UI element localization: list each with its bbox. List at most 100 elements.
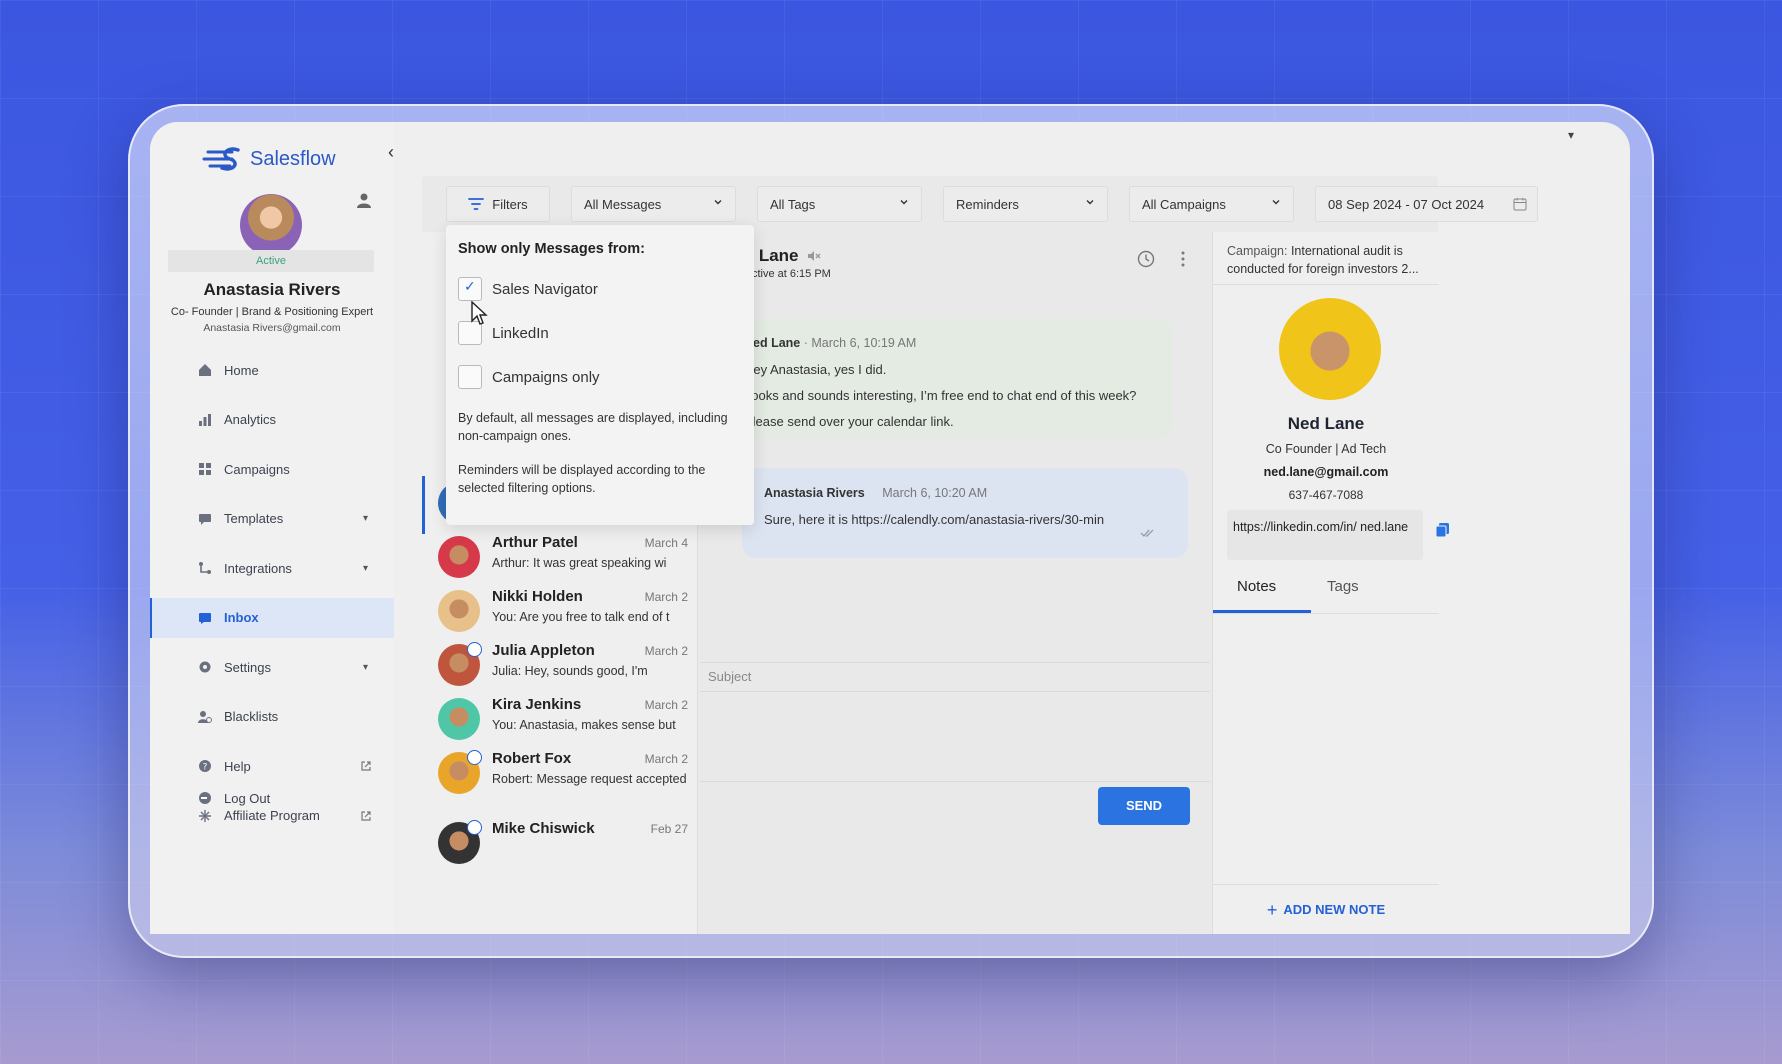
sales-navigator-checkbox[interactable]: [458, 277, 482, 301]
incoming-message: Ned Lane · March 6, 10:19 AM Hey Anastas…: [724, 318, 1172, 438]
subject-input[interactable]: Subject: [700, 662, 1210, 692]
reminders-dropdown[interactable]: Reminders: [943, 186, 1108, 222]
campaigns-dropdown[interactable]: All Campaigns: [1129, 186, 1294, 222]
sidebar-item-label: Campaigns: [224, 461, 290, 477]
sidebar-item-inbox[interactable]: Inbox: [150, 597, 394, 638]
copy-icon[interactable]: [1435, 522, 1451, 538]
chevron-down-icon: [900, 200, 908, 205]
contact-panel: Campaign: International audit is conduct…: [1212, 232, 1449, 934]
filter-option-linkedin[interactable]: LinkedIn: [458, 321, 742, 345]
filters-button[interactable]: Filters: [446, 186, 550, 222]
message-line: Please send over your calendar link.: [744, 414, 954, 429]
blacklists-icon: [198, 710, 212, 723]
tags-dropdown-value: All Tags: [770, 196, 816, 212]
tags-dropdown[interactable]: All Tags: [757, 186, 922, 222]
sidebar-item-templates[interactable]: Templates ▾: [150, 499, 394, 539]
list-item[interactable]: Kira Jenkins March 2 You: Anastasia, makes…: [438, 696, 696, 756]
add-new-note-button[interactable]: + ADD NEW NOTE: [1213, 900, 1439, 921]
logout-icon: [199, 792, 211, 804]
chevron-down-icon: ▾: [362, 513, 368, 524]
contact-linkedin-url[interactable]: https://linkedin.com/in/ ned.lane: [1227, 510, 1423, 560]
campaign-key: Campaign:: [1227, 244, 1288, 258]
settings-icon: [199, 661, 211, 673]
sales-navigator-badge-icon: [467, 750, 482, 765]
conversation-date: March 2: [644, 698, 688, 712]
filter-option-campaigns-only[interactable]: Campaigns only: [458, 365, 742, 389]
sidebar-item-blacklists[interactable]: Blacklists: [150, 697, 394, 737]
reminder-clock-icon[interactable]: [1137, 250, 1155, 268]
add-note-label: ADD NEW NOTE: [1283, 902, 1386, 917]
campaign-info: Campaign: International audit is conduct…: [1227, 242, 1427, 278]
user-switch-icon[interactable]: [356, 192, 374, 210]
contact-phone: 637-467-7088: [1288, 488, 1364, 502]
tab-tags[interactable]: Tags: [1327, 578, 1359, 595]
sidebar-item-home[interactable]: Home: [150, 350, 394, 390]
collapse-sidebar-icon[interactable]: ‹: [388, 142, 394, 163]
conversation-body: Arthur Patel March 4 Arthur: It was great …: [492, 534, 696, 594]
sales-navigator-badge-icon: [467, 820, 482, 835]
avatar[interactable]: [240, 194, 302, 256]
avatar: [438, 536, 480, 578]
send-button[interactable]: SEND: [1098, 787, 1190, 825]
integrations-icon: [199, 562, 211, 574]
conversation-body: Robert Fox March 2 Robert: Message request…: [492, 750, 696, 810]
message-meta: Ned Lane · March 6, 10:19 AM: [744, 336, 1152, 350]
external-link-icon[interactable]: [360, 760, 372, 772]
sidebar-item-label: Blacklists: [224, 709, 279, 724]
mute-icon[interactable]: [807, 250, 821, 262]
messages-dropdown[interactable]: All Messages: [571, 186, 736, 222]
filter-note-reminders: Reminders will be displayed according to…: [458, 463, 706, 495]
list-item[interactable]: Arthur Patel March 4 Arthur: It was great …: [438, 534, 696, 594]
filter-option-label: Campaigns only: [492, 368, 600, 386]
sidebar-item-campaigns[interactable]: Campaigns: [150, 449, 394, 489]
conversation-date: Feb 27: [650, 822, 688, 836]
sidebar-item-analytics[interactable]: Analytics: [150, 400, 394, 440]
chevron-down-icon: [1272, 200, 1280, 205]
conversation-body: Kira Jenkins March 2 You: Anastasia, makes…: [492, 696, 696, 756]
campaigns-only-checkbox[interactable]: [458, 365, 482, 389]
more-options-icon[interactable]: [1180, 250, 1186, 268]
filter-option-sales-navigator[interactable]: Sales Navigator: [458, 277, 742, 301]
sidebar-item-label: Settings: [224, 659, 271, 675]
logo[interactable]: Salesflow: [202, 144, 336, 174]
filter-popup: Show only Messages from: Sales Navigator…: [446, 225, 754, 525]
message-line: Looks and sounds interesting, I’m free e…: [744, 388, 1137, 403]
sidebar-item-logout[interactable]: Log Out: [150, 778, 394, 818]
conversation-date: March 2: [644, 644, 688, 658]
chevron-down-icon: ▾: [362, 661, 368, 673]
contact-role: Co Founder | Ad Tech: [1265, 442, 1387, 456]
contact-tabs: Notes Tags: [1213, 568, 1439, 614]
chevron-down-icon: ▾: [362, 562, 368, 574]
sidebar-item-label: Home: [224, 362, 259, 378]
mouse-cursor-icon: [471, 301, 488, 325]
outgoing-message: Anastasia Rivers March 6, 10:20 AM Sure,…: [742, 468, 1188, 558]
messages-dropdown-value: All Messages: [584, 196, 662, 212]
sales-navigator-badge-icon: [467, 642, 482, 657]
date-range-picker[interactable]: 08 Sep 2024 - 07 Oct 2024: [1315, 186, 1538, 222]
list-item[interactable]: Mike Chiswick Feb 27: [438, 820, 696, 880]
list-item[interactable]: Nikki Holden March 2 You: Are you free to …: [438, 588, 696, 648]
filter-popup-title: Show only Messages from:: [458, 241, 645, 257]
message-line: Sure, here it is https://calendly.com/an…: [764, 512, 1105, 527]
conversation-date: March 2: [644, 752, 688, 766]
campaigns-icon: [199, 463, 211, 475]
conversation-preview: Julia: Hey, sounds good, I'm: [492, 664, 648, 678]
message-line: Hey Anastasia, yes I did.: [744, 362, 887, 377]
campaigns-dropdown-value: All Campaigns: [1142, 196, 1226, 212]
sidebar-item-label: Help: [224, 758, 251, 774]
avatar: [438, 642, 482, 686]
list-item[interactable]: Robert Fox March 2 Robert: Message request…: [438, 750, 696, 810]
sidebar-item-settings[interactable]: Settings ▾: [150, 647, 394, 687]
logo-text: Salesflow: [250, 147, 336, 170]
message-time: March 6, 10:20 AM: [882, 486, 988, 500]
tab-notes[interactable]: Notes: [1237, 578, 1276, 595]
conversation-date: March 4: [644, 536, 688, 550]
read-receipt-icon: [1140, 529, 1154, 537]
list-item[interactable]: Julia Appleton March 2 Julia: Hey, sounds …: [438, 642, 696, 702]
sidebar-item-integrations[interactable]: Integrations ▾: [150, 548, 394, 588]
contact-email[interactable]: ned.lane@gmail.com: [1213, 465, 1439, 479]
conversation-body: Julia Appleton March 2 Julia: Hey, sounds …: [492, 642, 696, 702]
message-compose-area[interactable]: [700, 692, 1210, 782]
conversation-preview: You: Anastasia, makes sense but: [492, 718, 676, 732]
account-dropdown-icon[interactable]: ▾: [1568, 128, 1574, 142]
